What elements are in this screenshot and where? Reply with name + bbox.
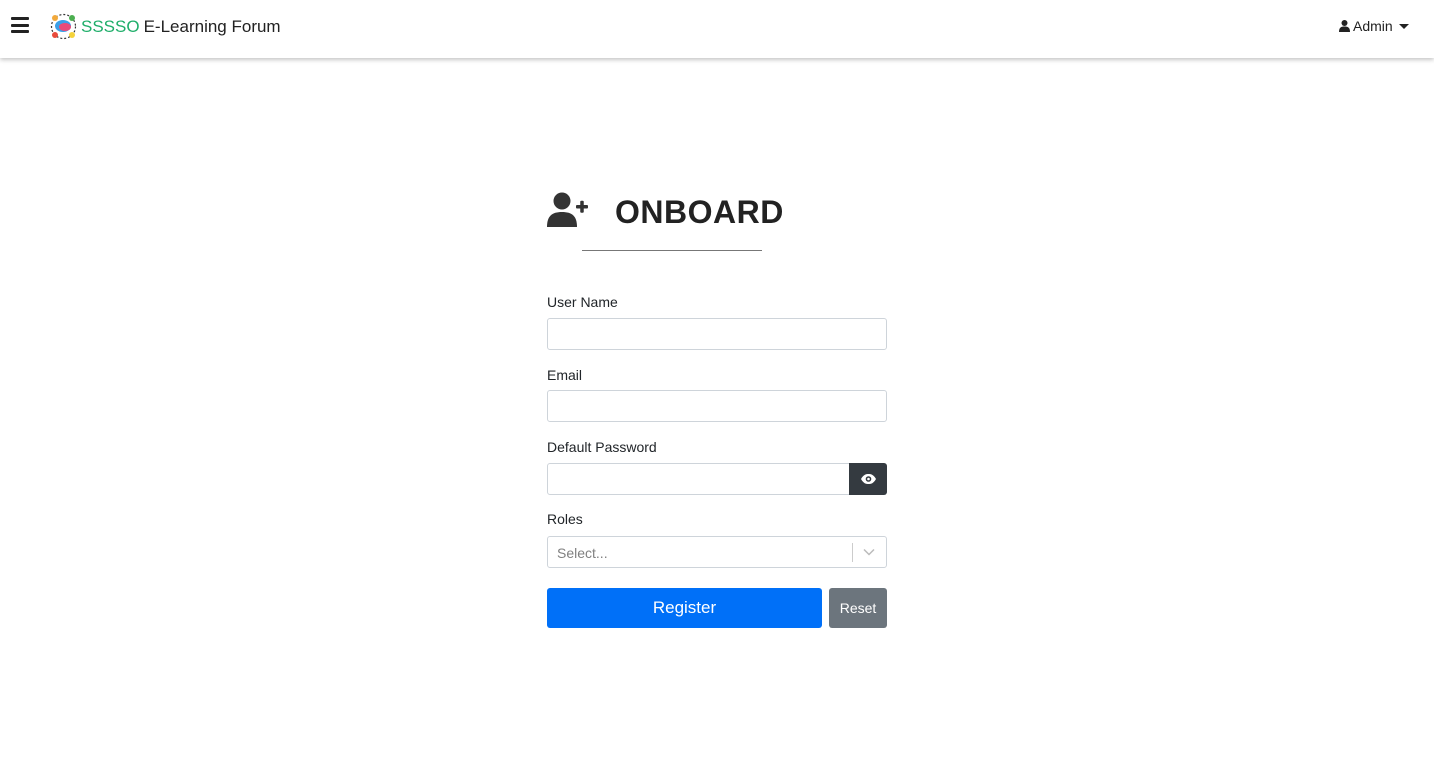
roles-placeholder: Select...: [557, 545, 608, 561]
username-label: User Name: [547, 294, 618, 310]
brand-name-rest: E-Learning Forum: [143, 16, 281, 36]
title-divider: [582, 250, 762, 251]
password-input[interactable]: [547, 463, 850, 495]
user-dropdown[interactable]: Admin: [1339, 18, 1409, 34]
eye-icon: [860, 474, 876, 484]
email-label: Email: [547, 367, 583, 383]
caret-down-icon: [1398, 23, 1409, 29]
onboard-header: ONBOARD: [547, 192, 783, 230]
email-input[interactable]: [547, 390, 887, 422]
user-icon: [1339, 20, 1350, 32]
password-toggle-button[interactable]: [849, 463, 887, 495]
username-input[interactable]: [547, 318, 887, 350]
top-navbar: SSSSO E-Learning Forum Admin: [0, 0, 1434, 58]
user-name: Admin: [1353, 18, 1393, 34]
roles-label: Roles: [547, 511, 583, 527]
brand-name: SSSSO E-Learning Forum: [81, 17, 281, 37]
reset-button[interactable]: Reset: [829, 588, 887, 628]
user-plus-icon: [547, 192, 588, 227]
chevron-down-icon[interactable]: [863, 548, 875, 556]
select-separator: [852, 543, 853, 562]
brand-link[interactable]: SSSSO E-Learning Forum: [49, 12, 281, 41]
register-button[interactable]: Register: [547, 588, 822, 628]
hamburger-menu-icon[interactable]: [11, 17, 29, 33]
page-title: ONBOARD: [615, 194, 784, 230]
forum-logo-icon: [50, 13, 77, 40]
brand-name-accent: SSSSO: [81, 16, 140, 36]
roles-select[interactable]: Select...: [547, 536, 887, 568]
password-label: Default Password: [547, 439, 657, 455]
